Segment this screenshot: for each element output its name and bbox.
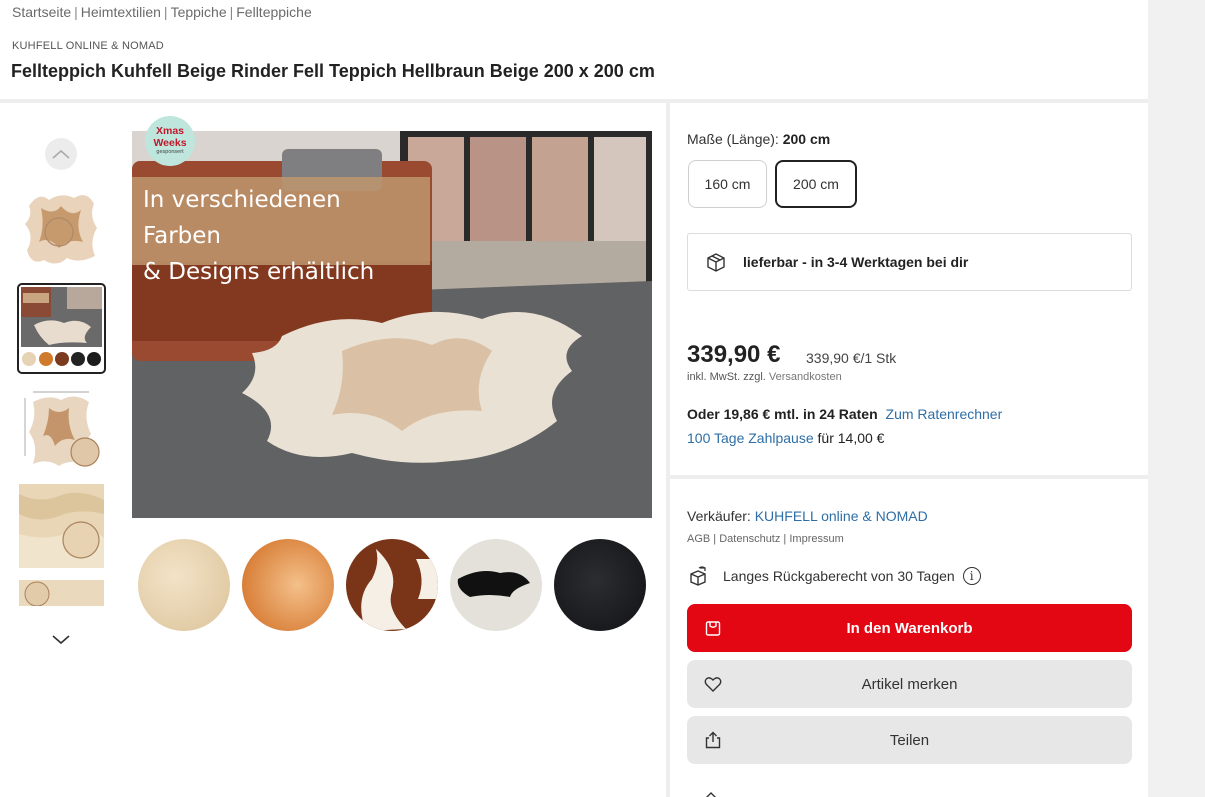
share-icon <box>705 731 721 749</box>
color-swatch[interactable] <box>554 539 646 631</box>
thumbnail-image[interactable] <box>19 186 104 270</box>
chevron-down-icon <box>52 635 70 645</box>
seller-legal-links: AGB | Datenschutz | Impressum <box>687 533 844 545</box>
brand-name[interactable]: KUHFELL ONLINE & NOMAD <box>12 40 164 52</box>
promo-line-1: In verschiedenen Farben <box>143 187 341 249</box>
page-margin <box>1148 0 1205 797</box>
size-label: Maße (Länge): 200 cm <box>687 131 830 147</box>
thumbnail-scroll-up-button[interactable] <box>45 138 77 170</box>
breadcrumb: Startseite | Heimtextilien | Teppiche | Fellte… <box>12 4 312 20</box>
promo-banner: In verschiedenen Farben & Designs erhält… <box>132 177 430 285</box>
product-page: Startseite | Heimtextilien | Teppiche | Fellte… <box>0 0 1148 797</box>
breadcrumb-separator: | <box>229 4 234 20</box>
thumbnail-image[interactable] <box>19 580 104 606</box>
delivery-text: lieferbar - in 3-4 Werktagen bei dir <box>743 254 969 270</box>
color-swatches <box>138 539 648 631</box>
imprint-link[interactable]: Impressum <box>789 533 843 545</box>
delivery-info: lieferbar - in 3-4 Werktagen bei dir <box>687 233 1132 291</box>
color-swatch[interactable] <box>346 539 438 631</box>
main-product-image[interactable]: In verschiedenen Farben & Designs erhält… <box>132 131 652 518</box>
payment-pause: 100 Tage Zahlpause für 14,00 € <box>687 430 884 446</box>
column-divider <box>666 103 670 797</box>
color-swatch[interactable] <box>242 539 334 631</box>
watch-item-label: Artikel merken <box>861 675 958 693</box>
agb-link[interactable]: AGB <box>687 533 710 545</box>
thumbnail-image[interactable] <box>19 386 104 470</box>
cart-icon <box>705 621 721 636</box>
installment-offer: Oder 19,86 € mtl. in 24 Raten Zum Ratenr… <box>687 406 1002 422</box>
breadcrumb-item[interactable]: Heimtextilien <box>81 4 161 20</box>
add-to-cart-label: In den Warenkorb <box>846 619 973 637</box>
section-divider <box>670 475 1148 479</box>
share-button[interactable]: Teilen <box>687 716 1132 764</box>
breadcrumb-item[interactable]: Teppiche <box>171 4 227 20</box>
header-divider <box>0 99 1148 103</box>
watch-item-button[interactable]: Artikel merken <box>687 660 1132 708</box>
return-policy: Langes Rückgaberecht von 30 Tagen i <box>687 564 981 588</box>
promo-line-2: & Designs erhältlich <box>143 259 375 285</box>
tax-note: inkl. MwSt. zzgl. Versandkosten <box>687 371 842 383</box>
color-swatch[interactable] <box>138 539 230 631</box>
size-label-text: Maße (Länge): <box>687 131 779 147</box>
add-to-cart-button[interactable]: In den Warenkorb <box>687 604 1132 652</box>
breadcrumb-item[interactable]: Startseite <box>12 4 71 20</box>
installment-text: Oder 19,86 € mtl. in 24 Raten <box>687 406 878 422</box>
badge-sponsored: gesponsert <box>156 149 184 155</box>
payment-pause-link[interactable]: 100 Tage Zahlpause <box>687 430 814 446</box>
return-box-icon <box>690 566 706 586</box>
product-title: Fellteppich Kuhfell Beige Rinder Fell Te… <box>11 61 655 81</box>
thumbnail-image[interactable] <box>19 484 104 568</box>
breadcrumb-separator: | <box>74 4 78 20</box>
size-option-200[interactable]: 200 cm <box>775 160 857 208</box>
share-label: Teilen <box>889 731 930 749</box>
seller-name-link[interactable]: KUHFELL online & NOMAD <box>755 508 928 524</box>
partial-icon <box>701 788 721 797</box>
price: 339,90 € <box>687 341 781 368</box>
seller-label: Verkäufer: <box>687 508 751 524</box>
shipping-cost-link[interactable]: Versandkosten <box>769 371 842 383</box>
color-swatch[interactable] <box>450 539 542 631</box>
thumbnail-image-selected[interactable] <box>17 283 106 374</box>
heart-icon <box>704 677 722 692</box>
tax-prefix: inkl. MwSt. zzgl. <box>687 371 766 383</box>
badge-line-1: Xmas <box>155 125 185 137</box>
info-icon[interactable]: i <box>962 567 981 585</box>
seller-info: Verkäufer: KUHFELL online & NOMAD <box>687 508 928 524</box>
badge-line-2: Weeks <box>153 137 187 149</box>
breadcrumb-item[interactable]: Fellteppiche <box>236 4 312 20</box>
payment-pause-fee: für 14,00 € <box>817 430 885 446</box>
chevron-up-icon <box>52 149 70 159</box>
size-selected-value: 200 cm <box>782 131 831 147</box>
unit-price: 339,90 €/1 Stk <box>806 350 897 366</box>
breadcrumb-separator: | <box>163 4 168 20</box>
size-option-160[interactable]: 160 cm <box>688 160 767 208</box>
thumbnail-scroll-down-button[interactable] <box>45 625 77 653</box>
installment-calculator-link[interactable]: Zum Ratenrechner <box>886 406 1003 422</box>
return-policy-text: Langes Rückgaberecht von 30 Tagen <box>723 568 955 584</box>
package-icon <box>707 253 725 272</box>
privacy-link[interactable]: Datenschutz <box>719 533 780 545</box>
xmas-weeks-badge: Xmas Weeks gesponsert <box>145 116 195 166</box>
